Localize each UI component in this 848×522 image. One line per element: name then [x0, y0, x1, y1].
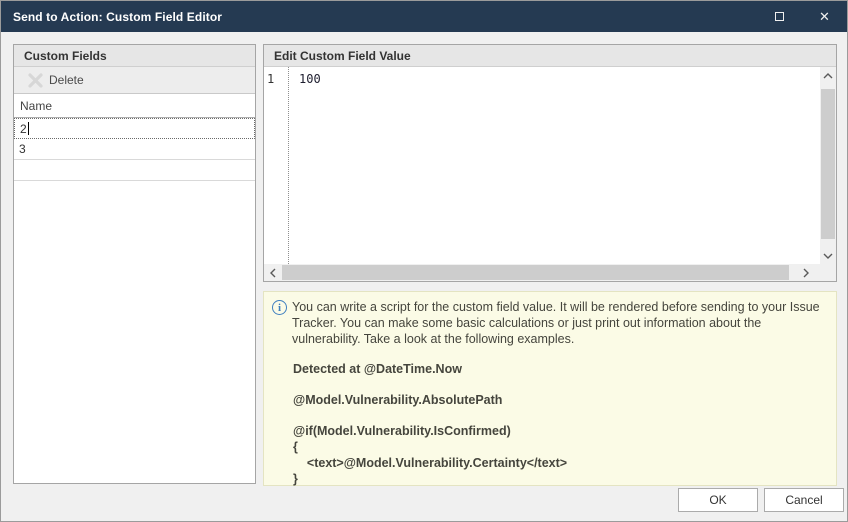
dialog-window: Send to Action: Custom Field Editor ✕ Cu… — [0, 0, 848, 522]
example-line: <text>@Model.Vulnerability.Certainty</te… — [293, 455, 826, 471]
example-block: @Model.Vulnerability.AbsolutePath — [293, 392, 826, 408]
horizontal-scrollbar[interactable] — [264, 264, 820, 281]
example-block: @if(Model.Vulnerability.IsConfirmed) { <… — [293, 423, 826, 487]
close-icon: ✕ — [819, 10, 830, 23]
code-editor: 1 100 — [264, 67, 836, 281]
field-row-value: 2 — [20, 122, 27, 136]
name-column-header[interactable]: Name — [14, 94, 255, 118]
custom-fields-header: Custom Fields — [14, 45, 255, 67]
vertical-scrollbar[interactable] — [820, 67, 836, 264]
delete-x-icon — [28, 73, 43, 88]
field-row-value: 3 — [19, 142, 26, 156]
scroll-right-button[interactable] — [797, 264, 814, 281]
field-row[interactable]: 3 — [14, 139, 255, 160]
scroll-left-button[interactable] — [264, 264, 281, 281]
script-help-infobox: i You can write a script for the custom … — [263, 291, 837, 486]
example-line: @if(Model.Vulnerability.IsConfirmed) — [293, 423, 826, 439]
window-buttons: ✕ — [757, 1, 847, 32]
field-row-editing[interactable]: 2 — [14, 118, 255, 139]
field-row-empty[interactable] — [14, 160, 255, 181]
code-line: 100 — [299, 72, 321, 86]
gutter-separator — [288, 67, 289, 264]
maximize-icon — [775, 12, 784, 21]
vertical-scroll-thumb[interactable] — [821, 89, 835, 239]
info-icon: i — [272, 300, 287, 315]
edit-value-header: Edit Custom Field Value — [264, 45, 836, 67]
close-button[interactable]: ✕ — [802, 1, 847, 32]
title-bar[interactable]: Send to Action: Custom Field Editor ✕ — [1, 1, 847, 32]
text-caret — [28, 122, 29, 135]
custom-fields-panel: Custom Fields Delete Name 2 3 — [13, 44, 256, 484]
maximize-button[interactable] — [757, 1, 802, 32]
example-line: { — [293, 439, 826, 455]
delete-button[interactable]: Delete — [28, 73, 84, 88]
scroll-up-button[interactable] — [820, 67, 836, 84]
custom-fields-toolbar: Delete — [14, 67, 255, 94]
example-line: } — [293, 471, 826, 487]
scrollbar-corner — [820, 264, 836, 281]
edit-value-panel: Edit Custom Field Value 1 100 — [263, 44, 837, 282]
example-line: @Model.Vulnerability.AbsolutePath — [293, 392, 826, 408]
chevron-up-icon — [823, 73, 833, 79]
cancel-button[interactable]: Cancel — [764, 488, 844, 512]
ok-button[interactable]: OK — [678, 488, 758, 512]
chevron-down-icon — [823, 253, 833, 259]
example-line: Detected at @DateTime.Now — [293, 361, 826, 377]
delete-button-label: Delete — [49, 73, 84, 87]
line-number: 1 — [267, 72, 274, 86]
code-editor-textarea[interactable]: 1 100 — [264, 67, 820, 264]
example-block: Detected at @DateTime.Now — [293, 361, 826, 377]
chevron-left-icon — [270, 268, 276, 278]
chevron-right-icon — [803, 268, 809, 278]
script-examples: Detected at @DateTime.Now @Model.Vulnera… — [293, 361, 826, 487]
window-title: Send to Action: Custom Field Editor — [1, 10, 222, 24]
info-paragraph: You can write a script for the custom fi… — [292, 299, 826, 347]
horizontal-scroll-thumb[interactable] — [282, 265, 789, 280]
scroll-down-button[interactable] — [820, 247, 836, 264]
